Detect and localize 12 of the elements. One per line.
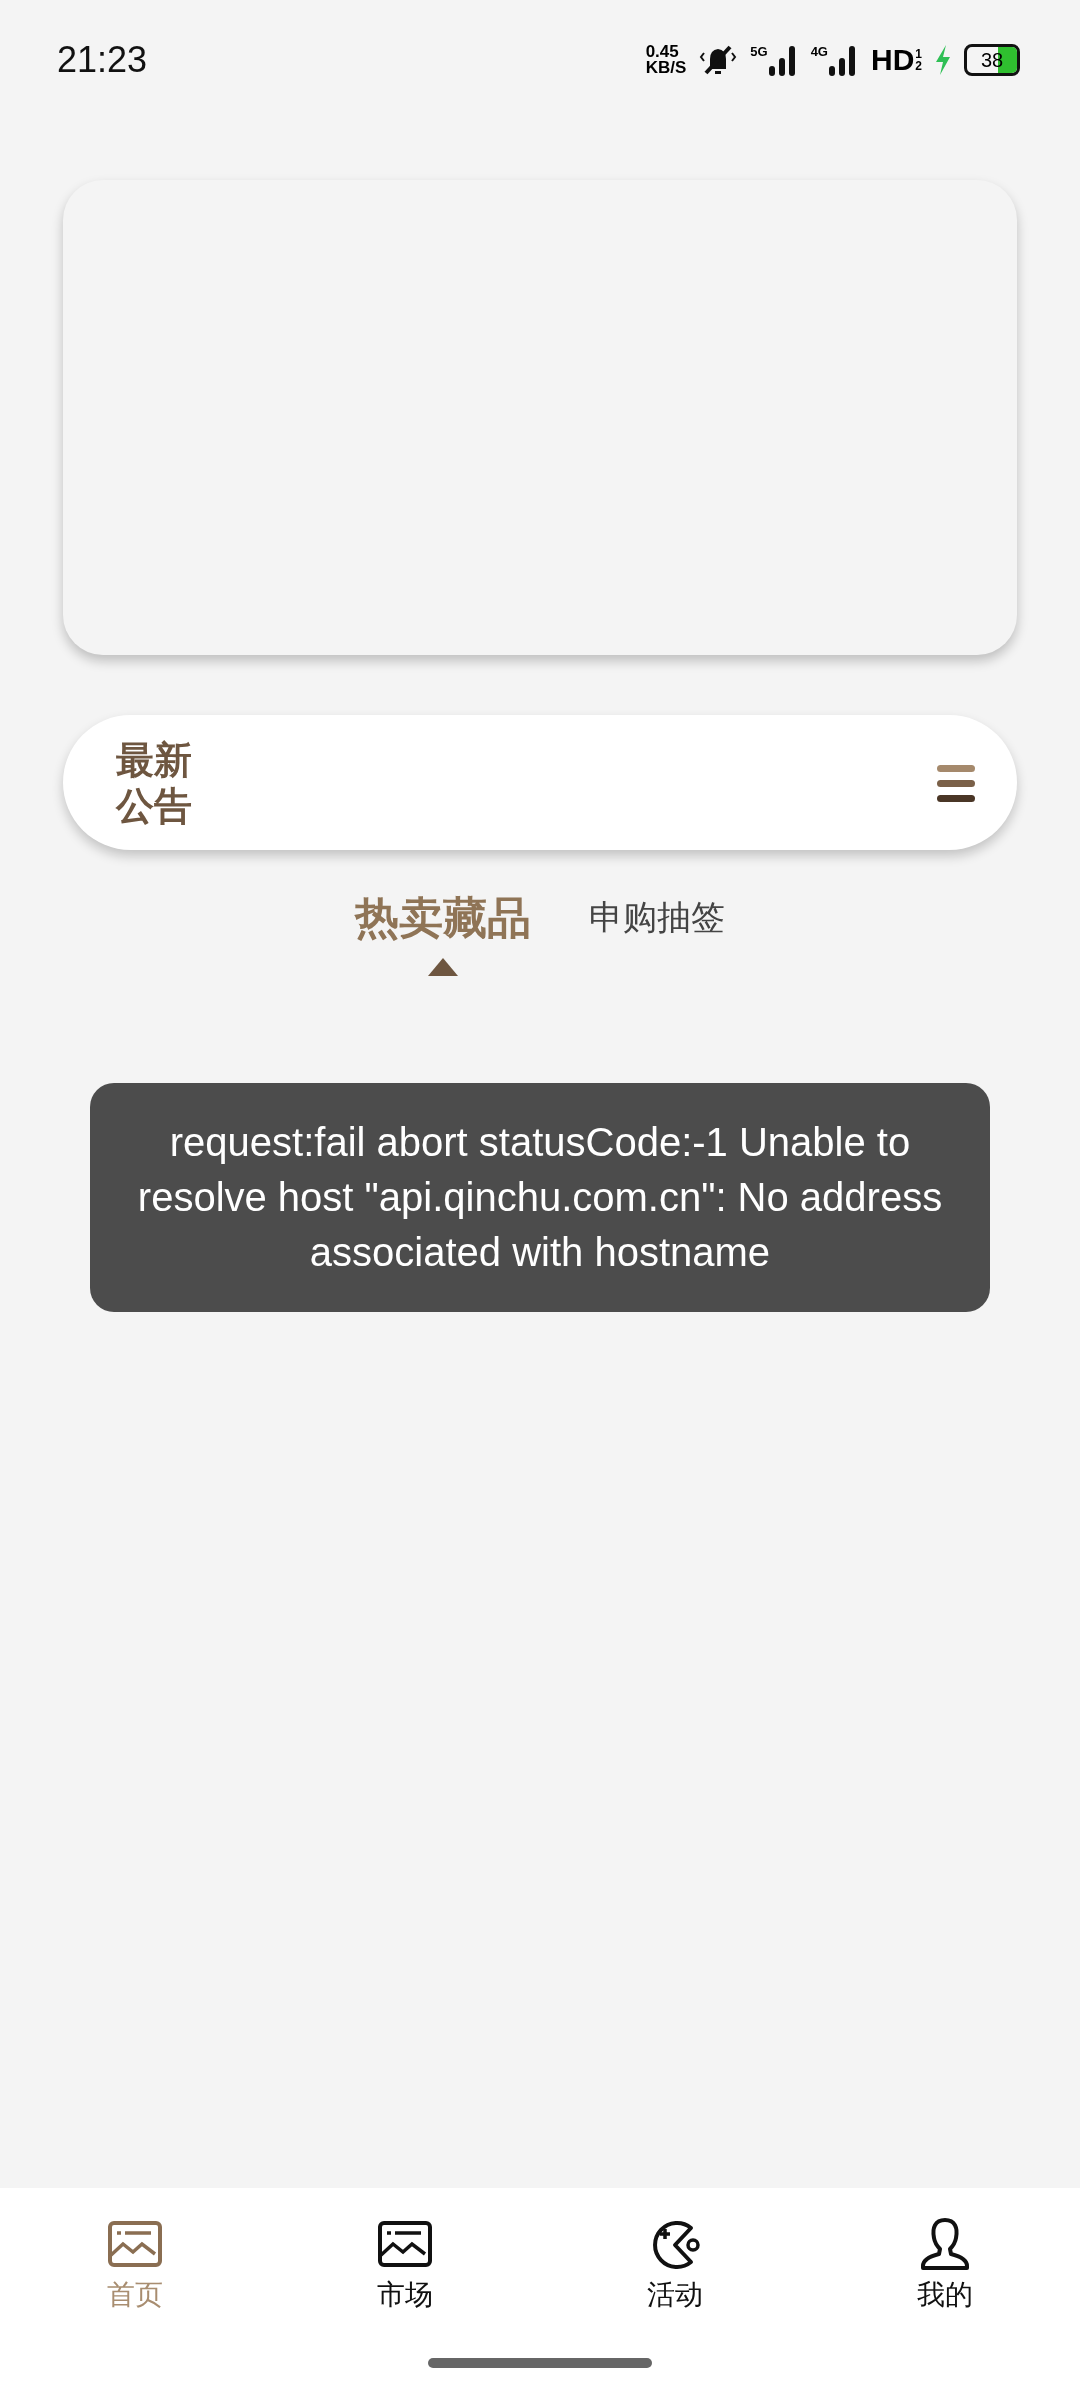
status-time: 21:23 <box>57 39 148 81</box>
menu-icon[interactable] <box>937 762 975 803</box>
triangle-indicator-icon <box>428 958 458 976</box>
muted-bell-icon <box>698 43 739 77</box>
nav-item[interactable]: 市场 <box>270 2216 540 2314</box>
network-speed: 0.45 KB/S <box>645 44 687 76</box>
error-toast: request:fail abort statusCode:-1 Unable to resolve host "api.qinchu.com.cn": No address associated with hostname <box>90 1083 990 1312</box>
nav-item[interactable]: 活动 <box>540 2216 810 2314</box>
tab[interactable]: 申购抽签 <box>589 888 725 948</box>
notice-title: 最新 公告 <box>116 736 192 829</box>
tab[interactable]: 热卖藏品 <box>355 888 531 948</box>
nav-item[interactable]: 我的 <box>810 2216 1080 2314</box>
